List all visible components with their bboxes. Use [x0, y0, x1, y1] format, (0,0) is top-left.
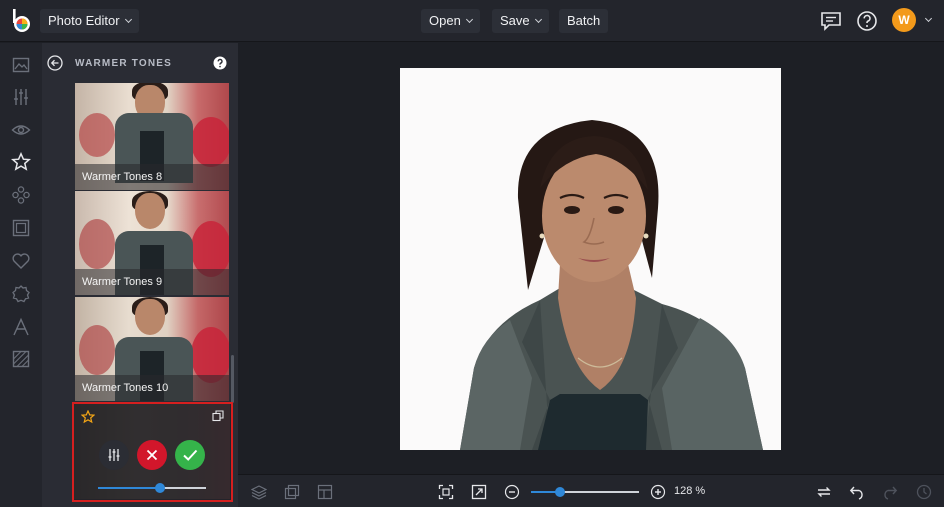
filter-thumbnail[interactable]: Warmer Tones 10	[75, 297, 229, 401]
zoom-slider-track[interactable]	[531, 491, 639, 493]
sliders-icon	[108, 449, 120, 461]
photo-editor-label: Photo Editor	[48, 13, 120, 28]
redo-icon[interactable]	[882, 484, 898, 500]
badge-icon[interactable]	[11, 284, 31, 304]
frame-icon[interactable]	[11, 218, 31, 238]
zoom-in-icon[interactable]	[650, 484, 666, 500]
tool-rail	[0, 43, 42, 507]
layers-icon[interactable]	[251, 484, 267, 500]
zoom-level-label: 128 %	[674, 485, 706, 497]
top-bar: Photo Editor Open Save Batch W	[0, 0, 944, 42]
user-avatar[interactable]: W	[892, 8, 916, 32]
comments-icon[interactable]	[819, 9, 843, 33]
avatar-chevron-down-icon[interactable]	[924, 14, 933, 23]
flip-icon[interactable]	[816, 484, 832, 500]
open-label: Open	[429, 13, 461, 28]
sliders-icon[interactable]	[11, 87, 31, 107]
batch-button[interactable]: Batch	[559, 9, 609, 33]
back-arrow-icon[interactable]	[47, 55, 63, 71]
filter-label: Warmer Tones 10	[82, 382, 169, 394]
filter-label: Warmer Tones 8	[82, 171, 163, 183]
app-logo-icon[interactable]	[10, 9, 32, 33]
undo-icon[interactable]	[849, 484, 865, 500]
intensity-slider-track[interactable]	[98, 487, 206, 489]
panel-scrollbar[interactable]	[231, 355, 234, 403]
bottom-toolbar: 128 %	[238, 474, 944, 507]
chevron-down-icon	[534, 15, 542, 24]
cancel-button[interactable]	[137, 440, 167, 470]
image-icon[interactable]	[11, 55, 31, 75]
open-menu-button[interactable]: Open	[421, 9, 480, 33]
filter-thumbnail[interactable]: Warmer Tones 9	[75, 191, 229, 295]
heart-icon[interactable]	[11, 251, 31, 271]
effects-icon[interactable]	[11, 185, 31, 205]
chevron-down-icon	[465, 15, 473, 24]
star-icon[interactable]	[11, 152, 31, 172]
fit-to-screen-icon[interactable]	[438, 484, 454, 500]
panel-header: WARMER TONES	[42, 43, 238, 83]
zoom-out-icon[interactable]	[504, 484, 520, 500]
adjust-settings-button[interactable]	[99, 440, 129, 470]
texture-icon[interactable]	[11, 349, 31, 369]
layout-icon[interactable]	[317, 484, 333, 500]
apply-button[interactable]	[175, 440, 205, 470]
copy-icon[interactable]	[212, 410, 224, 422]
crop-layers-icon[interactable]	[284, 484, 300, 500]
history-icon[interactable]	[916, 484, 932, 500]
intensity-slider-fill	[98, 487, 160, 489]
expand-icon[interactable]	[471, 484, 487, 500]
panel-title: WARMER TONES	[75, 58, 172, 69]
chevron-down-icon	[124, 15, 132, 24]
photo-canvas[interactable]	[400, 68, 781, 450]
save-menu-button[interactable]: Save	[492, 9, 549, 33]
eye-icon[interactable]	[11, 120, 31, 140]
batch-label: Batch	[567, 13, 601, 28]
photo-editor-menu-button[interactable]: Photo Editor	[40, 9, 139, 33]
text-icon[interactable]	[11, 317, 31, 337]
checkmark-icon	[183, 449, 198, 461]
help-icon[interactable]	[855, 9, 879, 33]
help-icon[interactable]	[213, 56, 227, 70]
filter-label: Warmer Tones 9	[82, 276, 163, 288]
favorite-star-icon[interactable]	[81, 410, 95, 424]
intensity-slider-handle[interactable]	[154, 483, 165, 493]
filter-thumbnail[interactable]: Warmer Tones 8	[75, 83, 229, 190]
save-label: Save	[500, 13, 530, 28]
filter-adjust-panel	[72, 402, 233, 502]
close-icon	[146, 449, 158, 461]
portrait-photo	[460, 120, 763, 450]
zoom-slider-handle[interactable]	[555, 487, 566, 497]
